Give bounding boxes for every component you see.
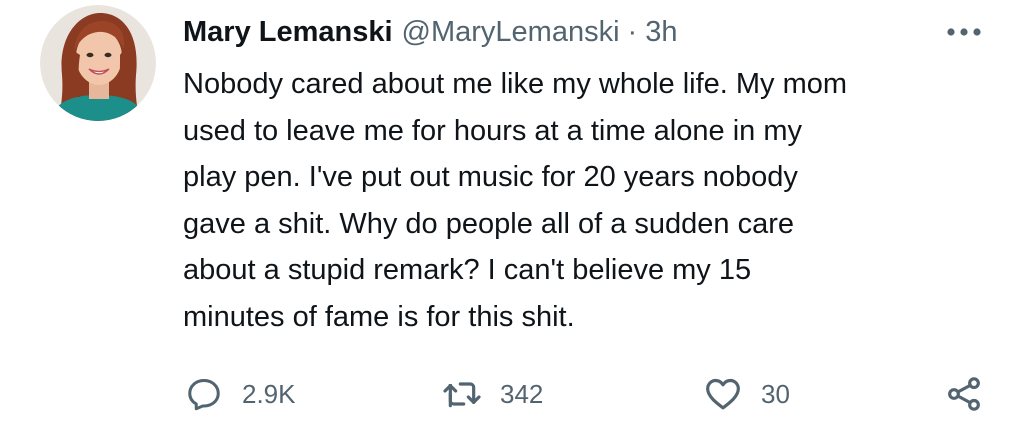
separator-dot: · [627, 16, 638, 48]
like-count: 30 [761, 378, 790, 409]
retweet-button[interactable]: 342 [442, 368, 543, 420]
more-options-button[interactable] [944, 18, 984, 46]
tweet-header: Mary Lemanski @MaryLemanski · 3h [183, 12, 677, 52]
tweet-text: Nobody cared about me like my whole life… [183, 68, 848, 333]
share-icon [944, 374, 984, 414]
reply-count: 2.9K [242, 378, 296, 409]
reply-button[interactable]: 2.9K [184, 368, 296, 420]
user-handle[interactable]: @MaryLemanski [402, 12, 620, 52]
avatar[interactable] [40, 5, 156, 121]
display-name[interactable]: Mary Lemanski [183, 12, 393, 52]
retweet-icon [442, 374, 482, 414]
retweet-count: 342 [500, 378, 544, 409]
tweet-card[interactable]: Mary Lemanski @MaryLemanski · 3h Nobody … [0, 0, 1024, 435]
more-icon [947, 28, 981, 36]
heart-icon [703, 374, 743, 414]
reply-icon [184, 374, 224, 414]
profile-photo [40, 5, 156, 121]
like-button[interactable]: 30 [703, 368, 790, 420]
tweet-actions: 2.9K 342 30 [0, 368, 1024, 420]
timestamp[interactable]: 3h [645, 12, 677, 52]
share-button[interactable] [944, 368, 984, 420]
